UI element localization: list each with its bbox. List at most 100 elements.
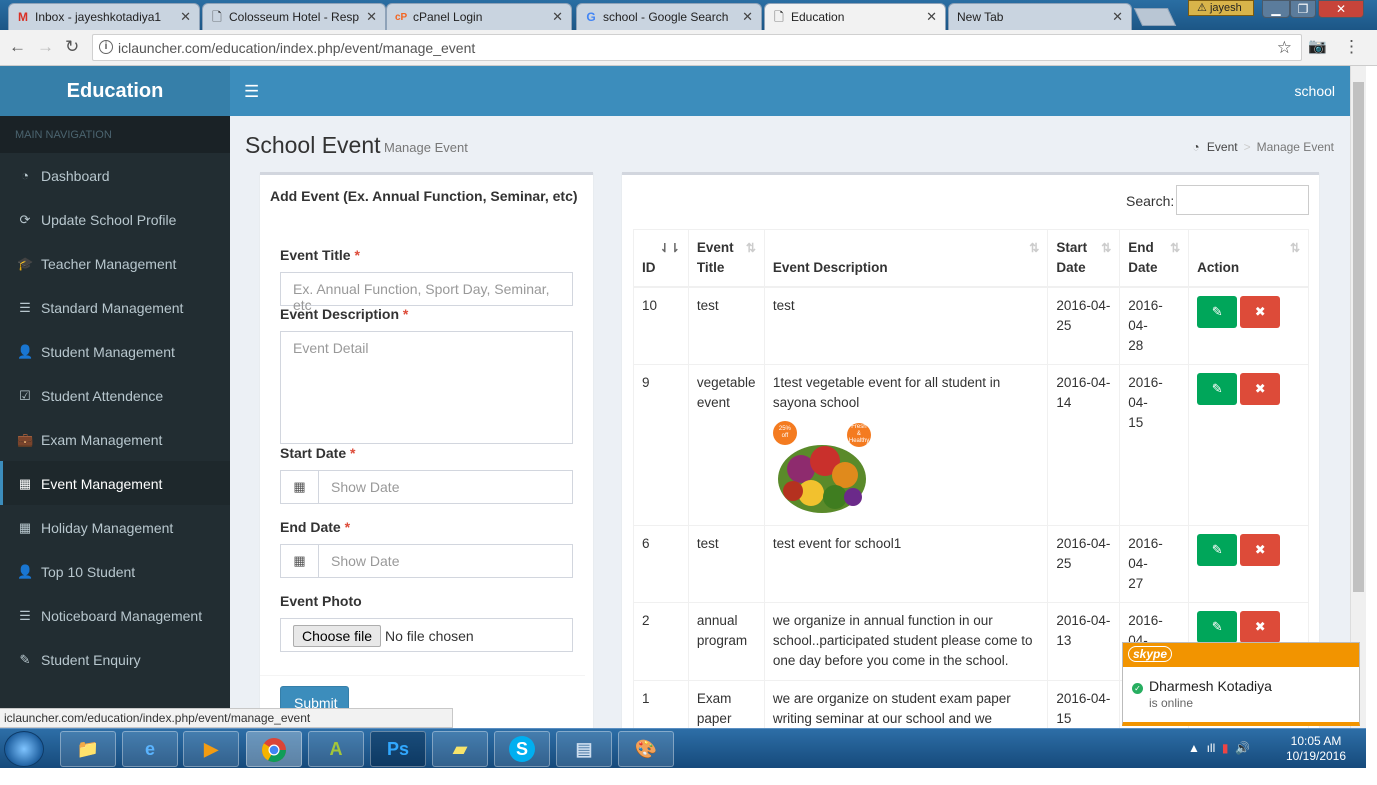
- sidebar-item-holiday-management[interactable]: ▦ Holiday Management: [0, 505, 230, 549]
- tab-colosseum[interactable]: 🗋 Colosseum Hotel - Resp ✕: [202, 3, 386, 30]
- photoshop-icon[interactable]: Ps: [370, 731, 426, 767]
- close-icon[interactable]: ✕: [180, 9, 191, 25]
- add-event-form: Add Event (Ex. Annual Function, Seminar,…: [260, 172, 593, 730]
- windows-taskbar: 📁 e ▶ A Ps ▰ S ▤ 🎨 ▲ ıll ▮ 🔊 10:05 AM 10/…: [0, 728, 1366, 768]
- tab-google[interactable]: G school - Google Search ✕: [576, 3, 762, 30]
- tab-new[interactable]: New Tab ✕: [948, 3, 1132, 30]
- sidebar-item-top-10-student[interactable]: 👤 Top 10 Student: [0, 549, 230, 593]
- window-user-badge[interactable]: ⚠ jayesh: [1188, 0, 1254, 16]
- edit-button[interactable]: ✎: [1197, 373, 1238, 405]
- chrome-icon[interactable]: [246, 731, 302, 767]
- breadcrumb-event[interactable]: Event: [1207, 140, 1238, 154]
- system-tray[interactable]: ▲ ıll ▮ 🔊: [1188, 741, 1250, 755]
- maximize-button[interactable]: ❐: [1290, 0, 1316, 18]
- paint-icon[interactable]: 🎨: [618, 731, 674, 767]
- sticky-notes-icon[interactable]: ▰: [432, 731, 488, 767]
- cell-id: 1: [633, 680, 689, 730]
- delete-button[interactable]: ✖: [1240, 611, 1281, 643]
- scrollbar-thumb[interactable]: [1353, 82, 1364, 592]
- taskbar-clock[interactable]: 10:05 AM 10/19/2016: [1281, 734, 1351, 764]
- skype-notification[interactable]: skype ✓ Dharmesh Kotadiya is online: [1122, 642, 1360, 726]
- forward-icon[interactable]: →: [37, 37, 54, 57]
- sidebar-item-standard-management[interactable]: ☰ Standard Management: [0, 285, 230, 329]
- edit-button[interactable]: ✎: [1197, 534, 1238, 566]
- power-icon[interactable]: ▮: [1222, 741, 1229, 755]
- media-player-icon[interactable]: ▶: [183, 731, 239, 767]
- show-hidden-icon[interactable]: ▲: [1188, 741, 1200, 755]
- close-window-button[interactable]: ✕: [1318, 0, 1364, 18]
- tab-gmail[interactable]: M Inbox - jayeshkotadiya1 ✕: [8, 3, 200, 30]
- new-tab-button[interactable]: [1133, 8, 1177, 26]
- calendar-icon[interactable]: ▦: [281, 545, 319, 577]
- tab-education[interactable]: 🗋 Education ✕: [764, 3, 946, 30]
- start-date-input[interactable]: ▦ Show Date: [280, 470, 573, 504]
- menu-icon[interactable]: ⋮: [1343, 37, 1360, 57]
- browser-tabstrip: M Inbox - jayeshkotadiya1 ✕ 🗋 Colosseum …: [0, 0, 1377, 30]
- sidebar-item-student-attendence[interactable]: ☑ Student Attendence: [0, 373, 230, 417]
- sidebar-item-label: Holiday Management: [41, 520, 174, 536]
- signal-icon[interactable]: ıll: [1207, 741, 1216, 755]
- user-menu[interactable]: school: [1295, 83, 1335, 99]
- minimize-button[interactable]: ▁: [1262, 0, 1290, 18]
- close-icon[interactable]: ✕: [742, 9, 753, 25]
- col-start-date[interactable]: ⇅ Start Date: [1047, 229, 1121, 288]
- end-date-input[interactable]: ▦ Show Date: [280, 544, 573, 578]
- reload-icon[interactable]: ↻: [65, 37, 79, 57]
- event-description-textarea[interactable]: Event Detail: [280, 331, 573, 444]
- col-end-date[interactable]: ⇅ End Date: [1119, 229, 1190, 288]
- choose-file-button[interactable]: Choose file: [293, 625, 382, 647]
- page-scrollbar[interactable]: [1350, 66, 1366, 730]
- col-action[interactable]: ⇅ Action: [1188, 229, 1309, 288]
- internet-explorer-icon[interactable]: e: [122, 731, 178, 767]
- dashboard-icon: ◔: [21, 168, 29, 183]
- list-icon: ☰: [19, 300, 31, 315]
- cell-id: 6: [633, 525, 689, 603]
- camera-icon[interactable]: 📷: [1308, 37, 1327, 55]
- sidebar-item-event-management[interactable]: ▦ Event Management: [0, 461, 230, 505]
- sidebar-item-exam-management[interactable]: 💼 Exam Management: [0, 417, 230, 461]
- cell-title: test: [687, 525, 765, 603]
- user-icon: 👤: [17, 564, 34, 579]
- sidebar-item-student-management[interactable]: 👤 Student Management: [0, 329, 230, 373]
- windows-explorer-icon[interactable]: 📁: [60, 731, 116, 767]
- col-event-description[interactable]: ⇅ Event Description: [763, 229, 1049, 288]
- close-icon[interactable]: ✕: [552, 9, 563, 25]
- col-id[interactable]: ⇃⇂ ID: [633, 229, 689, 288]
- col-event-title[interactable]: ⇅ Event Title: [687, 229, 765, 288]
- table-row: 10 test test 2016-04- 25 2016-04- 28 ✎ ✖: [633, 286, 1309, 365]
- sidebar-item-noticeboard-management[interactable]: ☰ Noticeboard Management: [0, 593, 230, 637]
- edit-button[interactable]: ✎: [1197, 296, 1238, 328]
- event-title-input[interactable]: Ex. Annual Function, Sport Day, Seminar,…: [280, 272, 573, 313]
- delete-button[interactable]: ✖: [1240, 373, 1281, 405]
- android-studio-icon[interactable]: A: [308, 731, 364, 767]
- sidebar-item-update-school-profile[interactable]: ⟳ Update School Profile: [0, 197, 230, 241]
- sort-desc-icon: ⇃⇂: [659, 241, 680, 255]
- event-photo-file-input[interactable]: Choose file No file chosen: [280, 618, 573, 652]
- tab-label: school - Google Search: [603, 10, 729, 24]
- close-icon[interactable]: ✕: [926, 9, 937, 25]
- delete-button[interactable]: ✖: [1240, 534, 1281, 566]
- address-bar[interactable]: i iclauncher.com/education/index.php/eve…: [92, 34, 1302, 61]
- close-icon[interactable]: ✕: [366, 9, 377, 25]
- file-icon[interactable]: ▤: [556, 731, 612, 767]
- tab-cpanel[interactable]: cP cPanel Login ✕: [386, 3, 572, 30]
- info-icon[interactable]: i: [99, 40, 113, 54]
- sidebar-item-teacher-management[interactable]: 🎓 Teacher Management: [0, 241, 230, 285]
- star-icon[interactable]: ☆: [1277, 38, 1292, 58]
- skype-icon[interactable]: S: [494, 731, 550, 767]
- hamburger-icon[interactable]: ☰: [244, 82, 259, 102]
- back-icon[interactable]: ←: [9, 37, 26, 57]
- sidebar-item-dashboard[interactable]: ◔ Dashboard: [0, 153, 230, 197]
- search-input[interactable]: [1176, 185, 1309, 215]
- page-subtitle: Manage Event: [384, 140, 468, 155]
- sidebar-item-student-enquiry[interactable]: ✎ Student Enquiry: [0, 637, 230, 681]
- start-button[interactable]: [4, 731, 44, 767]
- edit-button[interactable]: ✎: [1197, 611, 1238, 643]
- close-icon[interactable]: ✕: [1112, 9, 1123, 25]
- delete-button[interactable]: ✖: [1240, 296, 1281, 328]
- volume-icon[interactable]: 🔊: [1235, 741, 1250, 755]
- app-logo[interactable]: Education: [0, 66, 230, 116]
- cell-actions: ✎ ✖: [1188, 525, 1309, 603]
- calendar-icon[interactable]: ▦: [281, 471, 319, 503]
- search-label: Search:: [1126, 193, 1175, 209]
